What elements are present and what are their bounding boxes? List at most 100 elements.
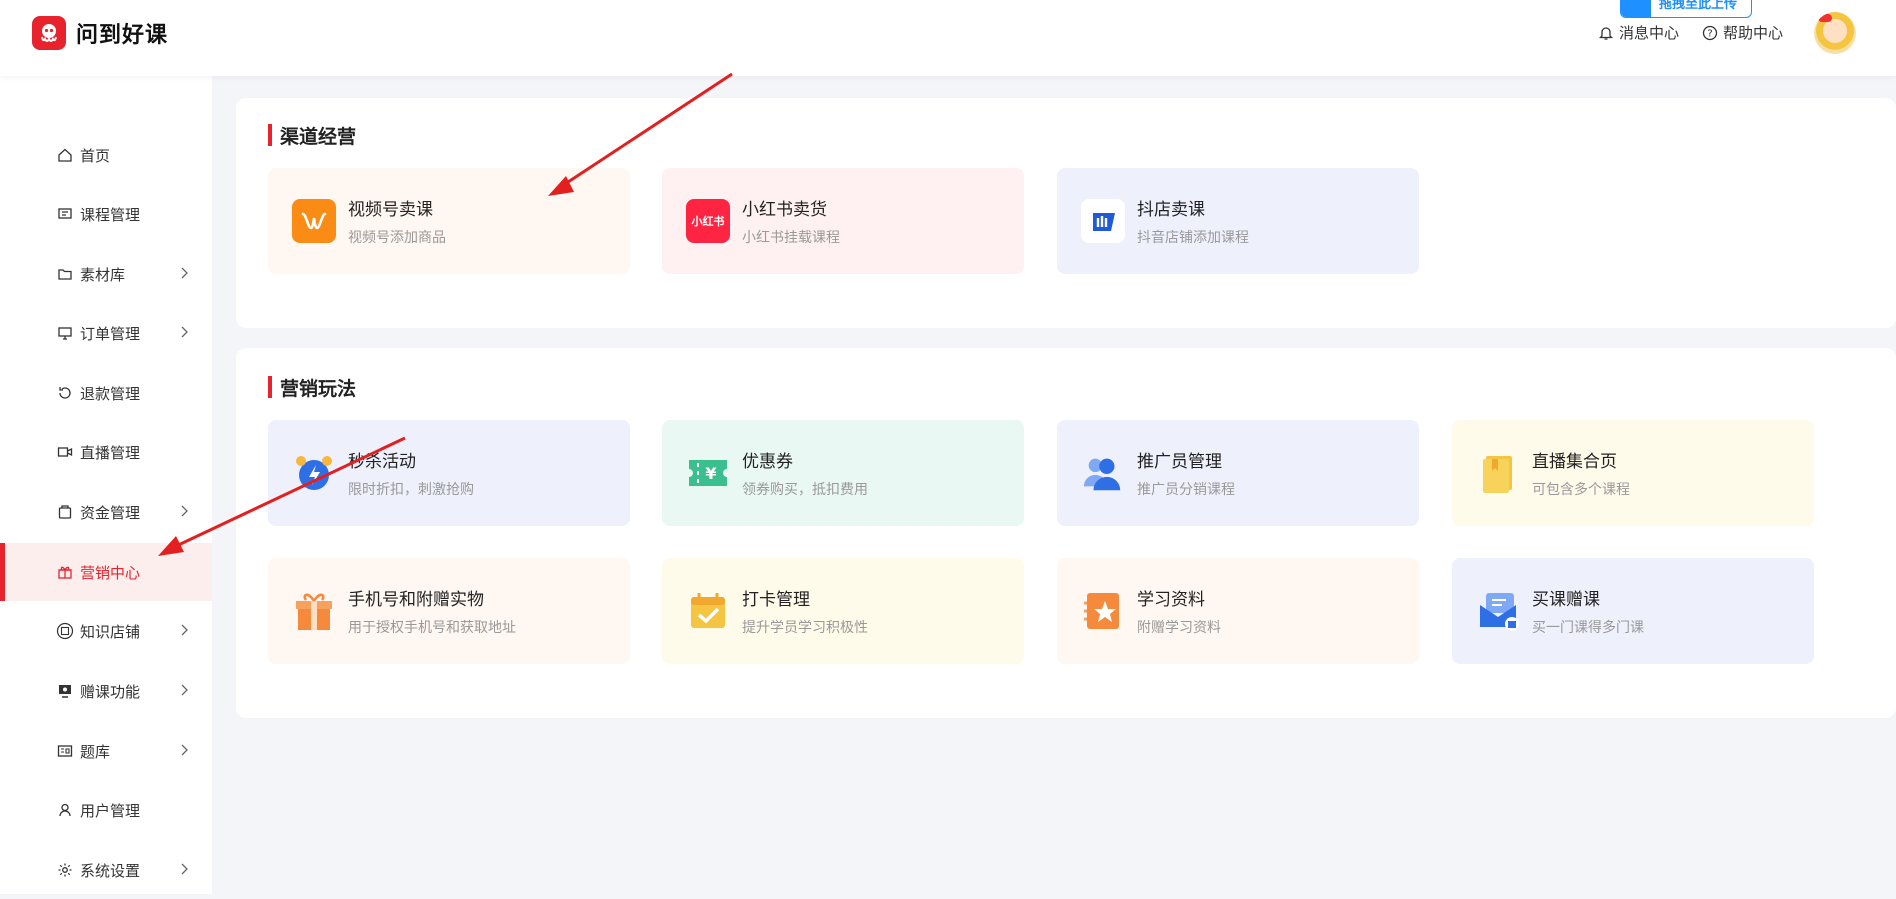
folder-icon [56, 265, 74, 283]
chevron-right-icon [181, 624, 188, 636]
card-flash-sale[interactable]: 秒杀活动 限时折扣，刺激抢购 [268, 420, 630, 526]
settings-icon [56, 861, 74, 879]
sidebar-item-orders[interactable]: 订单管理 [0, 304, 212, 362]
brand-logo[interactable]: 问到好课 [32, 16, 168, 50]
card-title: 小红书卖货 [742, 200, 827, 220]
card-subtitle: 附赠学习资料 [1137, 620, 1221, 636]
sidebar-item-label: 退款管理 [80, 384, 141, 403]
sidebar-item-label: 资金管理 [80, 503, 141, 522]
sidebar-item-label: 用户管理 [80, 801, 141, 820]
card-title: 买课赠课 [1532, 590, 1600, 610]
question-bank-icon [56, 742, 74, 760]
card-buy-gift-course[interactable]: 买课赠课 买一门课得多门课 [1452, 558, 1814, 664]
card-wechat-channels[interactable]: 视频号卖课 视频号添加商品 [268, 168, 630, 274]
card-subtitle: 限时折扣，刺激抢购 [348, 482, 474, 498]
message-center-label: 消息中心 [1619, 24, 1680, 42]
gift-box-icon [292, 589, 336, 633]
sidebar-item-label: 题库 [80, 742, 111, 761]
sidebar-item-home[interactable]: 首页 [0, 126, 212, 184]
wechat-channels-icon [292, 199, 336, 243]
refund-icon [56, 384, 74, 402]
study-material-icon [1081, 589, 1125, 633]
sidebar-item-materials[interactable]: 素材库 [0, 245, 212, 303]
card-subtitle: 领券购买，抵扣费用 [742, 482, 868, 498]
sidebar-item-label: 营销中心 [80, 563, 141, 582]
sidebar-item-label: 首页 [80, 146, 111, 165]
card-title: 抖店卖课 [1137, 200, 1205, 220]
alarm-clock-icon [292, 451, 336, 495]
sidebar: 首页 课程管理 素材库 订单管理 退款管理 直播管理 资金管理 营销中心 知识店… [0, 76, 212, 894]
chevron-right-icon [181, 326, 188, 338]
card-study-material[interactable]: 学习资料 附赠学习资料 [1057, 558, 1419, 664]
sidebar-item-funds[interactable]: 资金管理 [0, 483, 212, 541]
card-title: 秒杀活动 [348, 452, 416, 472]
sidebar-item-label: 知识店铺 [80, 622, 141, 641]
douyin-store-icon [1081, 199, 1125, 243]
card-title: 直播集合页 [1532, 452, 1617, 472]
message-center-link[interactable]: 消息中心 [1598, 22, 1679, 43]
wallet-icon [56, 503, 74, 521]
store-icon [56, 622, 74, 640]
gift-course-icon [56, 682, 74, 700]
card-title: 学习资料 [1137, 590, 1205, 610]
card-title: 视频号卖课 [348, 200, 433, 220]
card-xiaohongshu[interactable]: 小红书 小红书卖货 小红书挂载课程 [662, 168, 1024, 274]
live-camera-icon [56, 443, 74, 461]
drag-upload-button[interactable]: 拖拽至此上传 [1620, 0, 1753, 18]
logo-octopus-icon [32, 16, 66, 50]
card-promoters[interactable]: 推广员管理 推广员分销课程 [1057, 420, 1419, 526]
section-title-marketing: 营销玩法 [268, 374, 356, 401]
sidebar-item-label: 订单管理 [80, 324, 141, 343]
xiaohongshu-icon: 小红书 [686, 199, 730, 243]
sidebar-item-marketing[interactable]: 营销中心 [0, 543, 212, 601]
coupon-icon: ¥ [686, 451, 730, 495]
sidebar-item-refunds[interactable]: 退款管理 [0, 364, 212, 422]
card-subtitle: 可包含多个课程 [1532, 482, 1630, 498]
sidebar-item-users[interactable]: 用户管理 [0, 781, 212, 839]
order-icon [56, 324, 74, 342]
chevron-right-icon [181, 684, 188, 696]
user-avatar[interactable] [1814, 12, 1856, 54]
card-subtitle: 抖音店铺添加课程 [1137, 230, 1249, 246]
chevron-right-icon [181, 863, 188, 875]
sidebar-item-label: 素材库 [80, 265, 126, 284]
sidebar-item-question-bank[interactable]: 题库 [0, 722, 212, 780]
card-subtitle: 视频号添加商品 [348, 230, 446, 246]
help-center-label: 帮助中心 [1723, 24, 1784, 42]
sidebar-item-label: 赠课功能 [80, 682, 141, 701]
card-subtitle: 用于授权手机号和获取地址 [348, 620, 516, 636]
card-live-collection[interactable]: 直播集合页 可包含多个课程 [1452, 420, 1814, 526]
sidebar-item-live[interactable]: 直播管理 [0, 423, 212, 481]
sidebar-item-settings[interactable]: 系统设置 [0, 841, 212, 899]
sidebar-item-label: 课程管理 [80, 205, 141, 224]
sidebar-item-label: 直播管理 [80, 443, 141, 462]
sidebar-item-gift-course[interactable]: 赠课功能 [0, 662, 212, 720]
card-title: 打卡管理 [742, 590, 810, 610]
help-center-link[interactable]: ? 帮助中心 [1702, 22, 1783, 43]
top-bar: 问到好课 拖拽至此上传 消息中心 ? 帮助中心 [0, 0, 1896, 76]
help-icon: ? [1702, 25, 1718, 40]
card-douyin-store[interactable]: 抖店卖课 抖音店铺添加课程 [1057, 168, 1419, 274]
card-phone-gift[interactable]: 手机号和附赠实物 用于授权手机号和获取地址 [268, 558, 630, 664]
chevron-right-icon [181, 267, 188, 279]
section-title-channel: 渠道经营 [268, 122, 356, 149]
brand-name: 问到好课 [76, 23, 169, 48]
svg-text:¥: ¥ [705, 464, 716, 483]
card-coupon[interactable]: ¥ 优惠券 领券购买，抵扣费用 [662, 420, 1024, 526]
upload-link-icon [1621, 0, 1651, 17]
card-checkin[interactable]: 打卡管理 提升学员学习积极性 [662, 558, 1024, 664]
promoters-icon [1081, 451, 1125, 495]
chevron-right-icon [181, 744, 188, 756]
chevron-right-icon [181, 505, 188, 517]
live-collection-icon [1476, 451, 1520, 495]
sidebar-item-course[interactable]: 课程管理 [0, 185, 212, 243]
card-title: 优惠券 [742, 452, 793, 472]
card-subtitle: 推广员分销课程 [1137, 482, 1235, 498]
card-title: 手机号和附赠实物 [348, 590, 484, 610]
marketing-panel: 营销玩法 秒杀活动 限时折扣，刺激抢购 ¥ 优惠券 领券购买，抵扣费用 推广员管… [236, 348, 1896, 718]
gift-icon [56, 563, 74, 581]
upload-label: 拖拽至此上传 [1659, 0, 1738, 12]
sidebar-item-store[interactable]: 知识店铺 [0, 602, 212, 660]
card-subtitle: 买一门课得多门课 [1532, 620, 1644, 636]
course-icon [56, 205, 74, 223]
